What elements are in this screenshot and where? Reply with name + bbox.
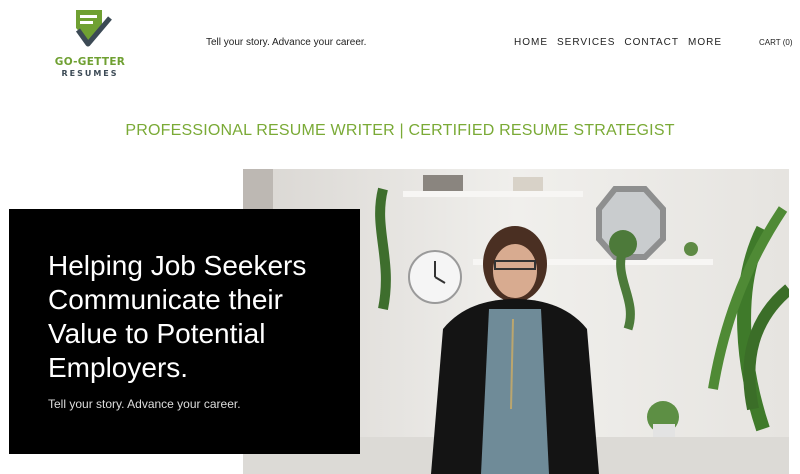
logo[interactable]: GO-GETTER RESUMES [48,6,132,78]
nav-more[interactable]: MORE [688,37,722,48]
shield-check-icon [75,10,112,47]
nav-home[interactable]: HOME [514,37,548,48]
hero-card: Helping Job Seekers Communicate their Va… [9,209,360,454]
logo-wordmark: GO-GETTER [54,56,126,68]
header-tagline: Tell your story. Advance your career. [206,37,367,48]
nav-services[interactable]: SERVICES [557,37,615,48]
hero-title: Helping Job Seekers Communicate their Va… [48,250,307,383]
main-nav: HOME SERVICES CONTACT MORE [514,37,722,48]
hero-subtitle: Tell your story. Advance your career. [48,397,241,411]
logo-subtext: RESUMES [61,69,119,78]
nav-contact[interactable]: CONTACT [624,37,679,48]
cart-link[interactable]: CART (0) [759,38,793,47]
section-headline: PROFESSIONAL RESUME WRITER | CERTIFIED R… [125,122,675,139]
